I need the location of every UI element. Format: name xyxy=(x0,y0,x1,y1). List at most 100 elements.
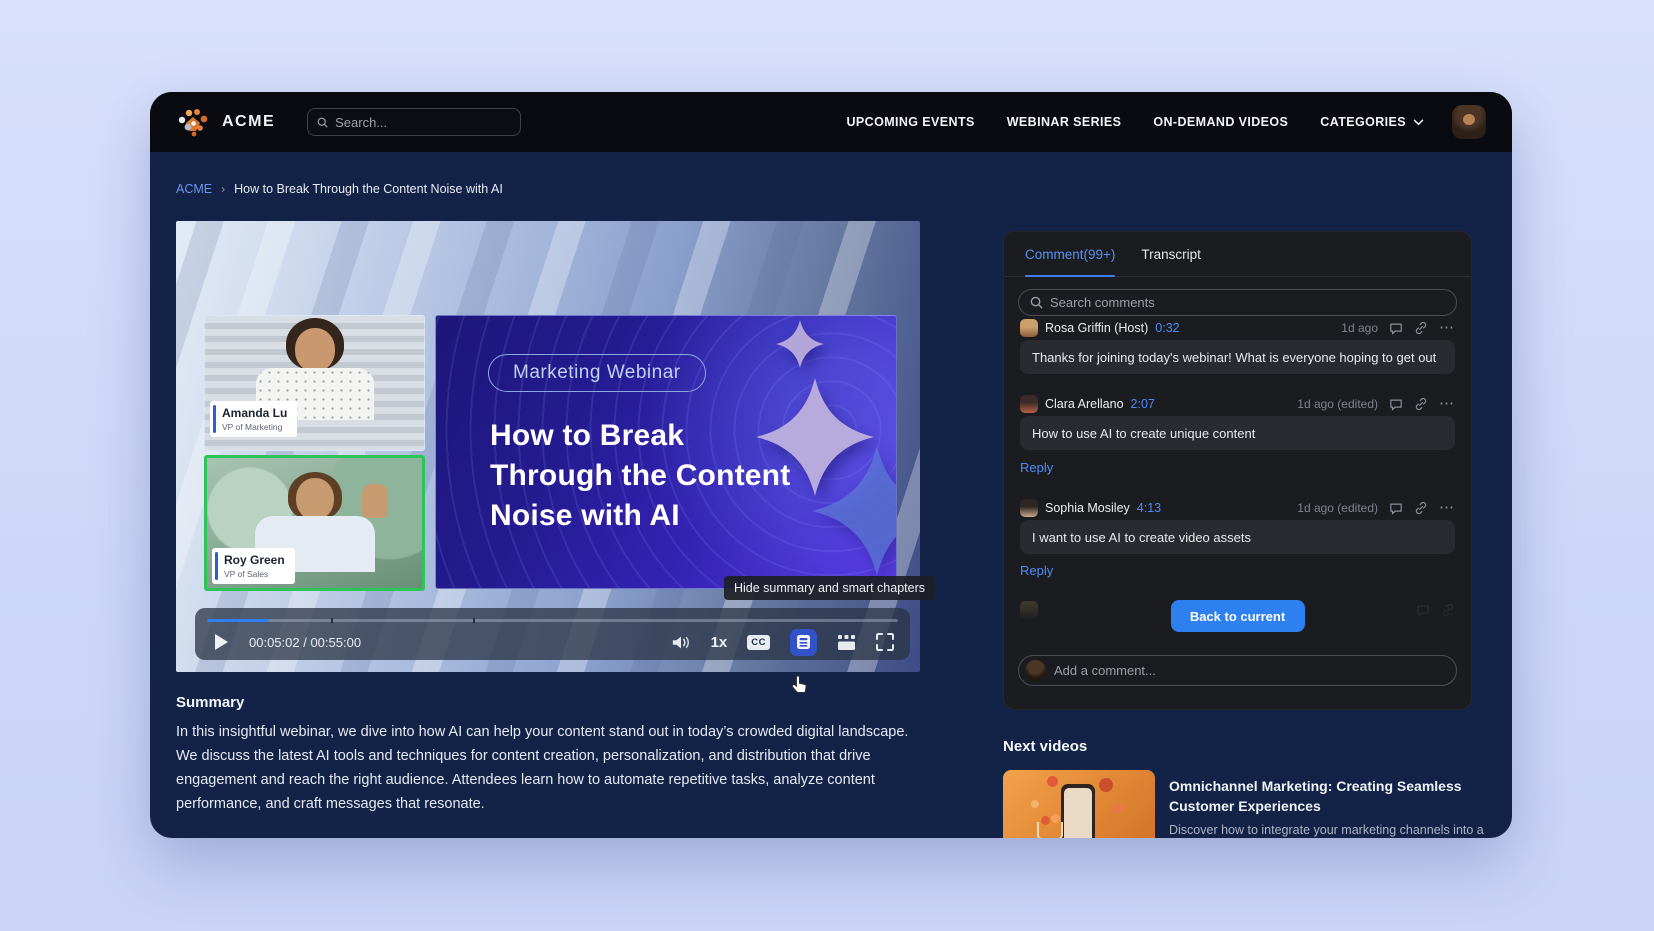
thumbnail-decor xyxy=(1047,776,1058,787)
thumbnail-cart xyxy=(1037,822,1063,838)
comments-panel: Comment(99+) Transcript Rosa Griffin (Ho… xyxy=(1003,231,1472,710)
reply-bubble-icon xyxy=(1416,604,1430,617)
speaker-roy-face xyxy=(296,478,334,520)
comment-author: Sophia Mosiley xyxy=(1045,501,1130,515)
more-options-icon[interactable]: ⋯ xyxy=(1439,323,1455,333)
seek-bar[interactable] xyxy=(207,619,898,622)
comment-timestamp-link[interactable]: 0:32 xyxy=(1155,321,1179,335)
chapter-marker xyxy=(331,618,333,623)
tab-transcript[interactable]: Transcript xyxy=(1141,232,1201,276)
summary-doc-icon xyxy=(796,634,811,650)
copy-link-icon[interactable] xyxy=(1414,321,1428,335)
comment-text: Thanks for joining today's webinar! What… xyxy=(1020,340,1455,374)
speaker-name: Roy Green xyxy=(224,553,285,567)
copy-link-icon[interactable] xyxy=(1414,501,1428,515)
slide-star-shape-small xyxy=(776,320,824,368)
speaker-tile-roy-active: Roy Green VP of Sales xyxy=(204,455,425,591)
nav-item-categories[interactable]: CATEGORIES xyxy=(1320,115,1424,129)
brand[interactable]: ACME xyxy=(176,107,275,137)
slide-badge: Marketing Webinar xyxy=(488,354,706,392)
captions-button[interactable]: CC xyxy=(747,635,770,650)
video-frame: Amanda Lu VP of Marketing Roy Green VP o… xyxy=(176,221,920,672)
nav-item-upcoming-events[interactable]: UPCOMING EVENTS xyxy=(846,115,974,129)
thumbnail-decor xyxy=(1051,814,1060,823)
comment-author: Rosa Griffin (Host) xyxy=(1045,321,1148,335)
tab-comments[interactable]: Comment(99+) xyxy=(1025,232,1115,276)
reply-bubble-icon[interactable] xyxy=(1389,322,1403,335)
thumbnail-decor xyxy=(1099,778,1113,792)
time-display: 00:05:02 / 00:55:00 xyxy=(249,635,361,650)
avatar xyxy=(1020,499,1038,517)
reply-bubble-icon[interactable] xyxy=(1389,502,1403,515)
speaker-nametag-roy: Roy Green VP of Sales xyxy=(212,548,295,584)
chapters-grid-icon xyxy=(837,634,856,651)
copy-link-icon[interactable] xyxy=(1414,397,1428,411)
back-to-current-button[interactable]: Back to current xyxy=(1171,600,1305,632)
video-player[interactable]: Amanda Lu VP of Marketing Roy Green VP o… xyxy=(176,221,920,672)
nav-item-webinar-series[interactable]: WEBINAR SERIES xyxy=(1007,115,1122,129)
reply-link[interactable]: Reply xyxy=(1020,460,1053,475)
app-window: ACME UPCOMING EVENTS WEBINAR SERIES ON-D… xyxy=(150,92,1512,838)
comment-age: 1d ago (edited) xyxy=(1297,397,1378,411)
comment-actions: 1d ago (edited) ⋯ xyxy=(1297,501,1455,515)
reply-bubble-icon[interactable] xyxy=(1389,398,1403,411)
comment-timestamp-link[interactable]: 2:07 xyxy=(1131,397,1155,411)
panel-tabs: Comment(99+) Transcript xyxy=(1004,232,1471,277)
summary-toggle-button-active[interactable] xyxy=(790,629,817,656)
comment-age: 1d ago (edited) xyxy=(1297,501,1378,515)
speaker-name: Amanda Lu xyxy=(222,406,287,420)
more-options-icon[interactable]: ⋯ xyxy=(1439,503,1455,513)
comments-search-input[interactable] xyxy=(1050,295,1445,310)
comment-text: I want to use AI to create video assets xyxy=(1020,520,1455,554)
brand-name: ACME xyxy=(222,113,275,131)
search-input[interactable] xyxy=(335,115,511,130)
speaker-title: VP of Sales xyxy=(224,569,285,579)
next-video-title[interactable]: Omnichannel Marketing: Creating Seamless… xyxy=(1169,776,1485,816)
next-video-info: Omnichannel Marketing: Creating Seamless… xyxy=(1169,776,1485,838)
more-options-icon[interactable]: ⋯ xyxy=(1439,399,1455,409)
playback-speed-button[interactable]: 1x xyxy=(711,634,728,651)
comment-text: How to use AI to create unique content xyxy=(1020,416,1455,450)
breadcrumb-home-link[interactable]: ACME xyxy=(176,182,212,196)
comment-actions: 1d ago (edited) ⋯ xyxy=(1297,397,1455,411)
reply-link[interactable]: Reply xyxy=(1020,563,1053,578)
comment-timestamp-link[interactable]: 4:13 xyxy=(1137,501,1161,515)
speaker-tile-amanda: Amanda Lu VP of Marketing xyxy=(204,315,425,451)
next-video-description: Discover how to integrate your marketing… xyxy=(1169,822,1485,838)
video-control-bar: 00:05:02 / 00:55:00 1x CC xyxy=(195,608,910,660)
slide-star-shape-clipped xyxy=(812,446,897,576)
summary-paragraph-1: In this insightful webinar, we dive into… xyxy=(176,720,924,816)
avatar xyxy=(1020,395,1038,413)
speaker-nametag-amanda: Amanda Lu VP of Marketing xyxy=(210,401,297,437)
summary-paragraph-2: Real-world examples showcase how brands … xyxy=(176,835,924,838)
current-user-avatar xyxy=(1025,660,1046,681)
summary-toggle-tooltip: Hide summary and smart chapters xyxy=(724,576,935,600)
comment-actions xyxy=(1416,603,1455,617)
next-video-thumbnail[interactable] xyxy=(1003,770,1155,838)
breadcrumb-separator-icon: › xyxy=(221,182,225,196)
comment-row-header: Clara Arellano 2:07 1d ago (edited) ⋯ xyxy=(1020,394,1455,414)
comments-search[interactable] xyxy=(1018,289,1457,316)
next-videos-heading: Next videos xyxy=(1003,738,1087,755)
thumbnail-decor xyxy=(1031,800,1039,808)
comment-row-header: Sophia Mosiley 4:13 1d ago (edited) ⋯ xyxy=(1020,498,1455,518)
thumbnail-decor xyxy=(1041,816,1050,825)
play-button[interactable] xyxy=(211,631,233,653)
fullscreen-button[interactable] xyxy=(876,633,894,651)
comment-actions: 1d ago ⋯ xyxy=(1341,321,1455,335)
breadcrumb-current: How to Break Through the Content Noise w… xyxy=(234,182,503,196)
summary-heading: Summary xyxy=(176,694,924,711)
presentation-slide: Marketing Webinar How to BreakThrough th… xyxy=(435,315,897,589)
nav-item-on-demand-videos[interactable]: ON-DEMAND VIDEOS xyxy=(1153,115,1288,129)
speaker-roy-waving-hand xyxy=(362,484,388,518)
smart-chapters-button[interactable] xyxy=(837,634,856,651)
add-comment-field[interactable] xyxy=(1018,655,1457,686)
navbar-search[interactable] xyxy=(307,108,521,136)
nav-item-categories-label: CATEGORIES xyxy=(1320,115,1406,129)
add-comment-input[interactable] xyxy=(1054,663,1450,678)
user-avatar[interactable] xyxy=(1452,105,1486,139)
page-background: ACME UPCOMING EVENTS WEBINAR SERIES ON-D… xyxy=(0,0,1654,931)
volume-button[interactable] xyxy=(671,634,691,651)
slide-title: How to BreakThrough the ContentNoise wit… xyxy=(490,416,790,536)
acme-logo-icon xyxy=(176,107,212,137)
